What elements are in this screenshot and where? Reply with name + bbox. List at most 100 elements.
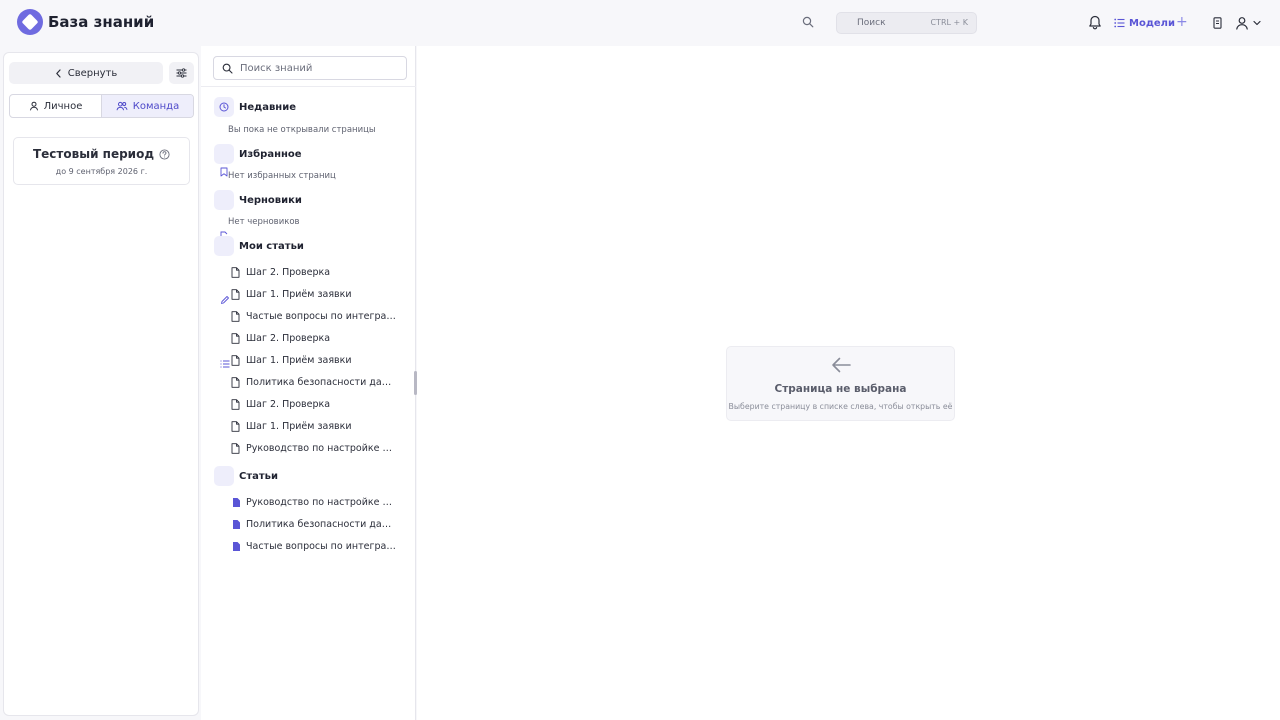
article-title: Частые вопросы по интеграц... bbox=[246, 540, 396, 552]
my-article-item[interactable]: Шаг 2. Проверка bbox=[231, 330, 396, 346]
tab-personal[interactable]: Личное bbox=[10, 95, 101, 117]
list-icon bbox=[1114, 18, 1125, 28]
user-icon[interactable] bbox=[1235, 16, 1249, 30]
my-article-item[interactable]: Шаг 2. Проверка bbox=[231, 396, 396, 412]
main-content: Страница не выбрана Выберите страницу в … bbox=[417, 46, 1280, 720]
favorites-section-icon bbox=[214, 144, 234, 164]
divider bbox=[201, 86, 416, 87]
empty-state-title: Страница не выбрана bbox=[774, 383, 907, 395]
collapse-label: Свернуть bbox=[67, 67, 118, 79]
global-search-placeholder: Поиск bbox=[857, 18, 886, 28]
drafts-empty-note: Нет черновиков bbox=[228, 217, 300, 227]
bookmark-icon bbox=[220, 167, 228, 177]
trial-title-text: Тестовый период bbox=[32, 147, 155, 161]
file-icon bbox=[231, 266, 240, 278]
my-article-title: Руководство по настройке ВР... bbox=[246, 442, 396, 454]
add-button[interactable]: + bbox=[1176, 13, 1188, 31]
section-recent-label: Недавние bbox=[239, 102, 297, 113]
article-item[interactable]: Руководство по настройке В... bbox=[231, 494, 396, 510]
my-article-item[interactable]: Шаг 1. Приём заявки bbox=[231, 286, 396, 302]
section-articles[interactable]: Статьи bbox=[214, 466, 404, 486]
section-my-articles-label: Мои статьи bbox=[239, 241, 304, 252]
trial-title: Тестовый период bbox=[14, 147, 189, 161]
my-article-title: Шаг 1. Приём заявки bbox=[246, 420, 352, 432]
recent-section-icon bbox=[214, 97, 234, 117]
my-article-item[interactable]: Руководство по настройке ВР... bbox=[231, 440, 396, 456]
my-articles-section-icon bbox=[214, 236, 234, 256]
drafts-section-icon bbox=[214, 190, 234, 210]
chevron-down-icon[interactable] bbox=[1253, 19, 1261, 27]
search-shortcut-hint: CTRL + K bbox=[930, 18, 968, 27]
arrow-left-icon bbox=[832, 357, 851, 373]
section-favorites[interactable]: Избранное bbox=[214, 144, 404, 164]
pencil-icon bbox=[221, 296, 229, 304]
file-icon bbox=[233, 497, 240, 507]
my-article-title: Шаг 2. Проверка bbox=[246, 266, 331, 278]
file-icon bbox=[231, 354, 240, 366]
user-icon bbox=[29, 101, 38, 111]
section-drafts[interactable]: Черновики bbox=[214, 190, 404, 210]
trial-expiry: до 9 сентября 2026 г. bbox=[55, 167, 148, 176]
section-favorites-label: Избранное bbox=[239, 149, 302, 160]
tab-personal-label: Личное bbox=[43, 100, 83, 112]
my-article-title: Шаг 2. Проверка bbox=[246, 332, 331, 344]
collapse-button[interactable]: Свернуть bbox=[9, 62, 163, 84]
article-title: Политика безопасности данн... bbox=[246, 518, 396, 530]
file-icon bbox=[231, 442, 240, 454]
article-item[interactable]: Политика безопасности данн... bbox=[231, 516, 396, 532]
articles-section-icon bbox=[214, 466, 234, 486]
trial-card: Тестовый период до 9 сентября 2026 г. bbox=[13, 137, 190, 185]
my-article-title: Шаг 2. Проверка bbox=[246, 398, 331, 410]
my-article-title: Шаг 1. Приём заявки bbox=[246, 288, 352, 300]
file-icon bbox=[231, 310, 240, 322]
list-icon bbox=[220, 360, 230, 368]
section-my-articles[interactable]: Мои статьи bbox=[214, 236, 404, 256]
clock-icon bbox=[219, 102, 229, 112]
global-search-box[interactable]: Поиск CTRL + K bbox=[836, 12, 977, 34]
knowledge-tree-panel: Недавние Вы пока не открывали страницы И… bbox=[201, 46, 417, 720]
file-icon bbox=[231, 288, 240, 300]
section-recent[interactable]: Недавние bbox=[214, 97, 404, 117]
app-title: База знаний bbox=[48, 13, 155, 31]
my-article-title: Политика безопасности данн... bbox=[246, 376, 396, 388]
recent-empty-note: Вы пока не открывали страницы bbox=[228, 125, 376, 135]
tab-team[interactable]: Команда bbox=[101, 95, 193, 117]
my-article-item[interactable]: Шаг 2. Проверка bbox=[231, 264, 396, 280]
empty-state-card: Страница не выбрана Выберите страницу в … bbox=[726, 346, 955, 421]
my-article-item[interactable]: Частые вопросы по интеграции bbox=[231, 308, 396, 324]
chevron-left-icon bbox=[55, 68, 61, 78]
filter-button[interactable] bbox=[169, 62, 194, 84]
favorites-empty-note: Нет избранных страниц bbox=[228, 171, 336, 181]
app-logo[interactable] bbox=[17, 9, 43, 35]
left-sidebar: Свернуть Личное Команда Тестовый период … bbox=[3, 52, 199, 716]
sliders-icon bbox=[176, 68, 187, 78]
file-icon bbox=[231, 420, 240, 432]
bell-icon[interactable] bbox=[1088, 15, 1102, 30]
my-article-item[interactable]: Политика безопасности данн... bbox=[231, 374, 396, 390]
file-icon bbox=[231, 398, 240, 410]
my-article-item[interactable]: Шаг 1. Приём заявки bbox=[231, 352, 396, 368]
workspace-toggle: Личное Команда bbox=[9, 94, 194, 118]
team-icon bbox=[116, 101, 128, 111]
models-label: Модели bbox=[1129, 17, 1176, 29]
my-article-title: Частые вопросы по интеграции bbox=[246, 310, 396, 322]
empty-state-subtitle: Выберите страницу в списке слева, чтобы … bbox=[728, 402, 953, 411]
section-articles-label: Статьи bbox=[239, 471, 279, 482]
section-drafts-label: Черновики bbox=[239, 195, 302, 206]
document-icon[interactable] bbox=[1213, 17, 1222, 29]
models-button[interactable]: Модели bbox=[1114, 16, 1175, 30]
article-title: Руководство по настройке В... bbox=[246, 496, 396, 508]
tab-team-label: Команда bbox=[132, 100, 180, 112]
file-icon bbox=[233, 519, 240, 529]
file-icon bbox=[231, 376, 240, 388]
my-article-title: Шаг 1. Приём заявки bbox=[246, 354, 352, 366]
knowledge-search-box[interactable] bbox=[213, 56, 407, 80]
search-icon[interactable] bbox=[802, 16, 814, 28]
search-icon bbox=[222, 63, 233, 74]
knowledge-search-input[interactable] bbox=[240, 60, 400, 76]
help-icon[interactable] bbox=[159, 148, 170, 160]
article-item[interactable]: Частые вопросы по интеграц... bbox=[231, 538, 396, 554]
top-header: База знаний Поиск CTRL + K Модели + bbox=[0, 0, 1280, 46]
file-icon bbox=[231, 332, 240, 344]
my-article-item[interactable]: Шаг 1. Приём заявки bbox=[231, 418, 396, 434]
